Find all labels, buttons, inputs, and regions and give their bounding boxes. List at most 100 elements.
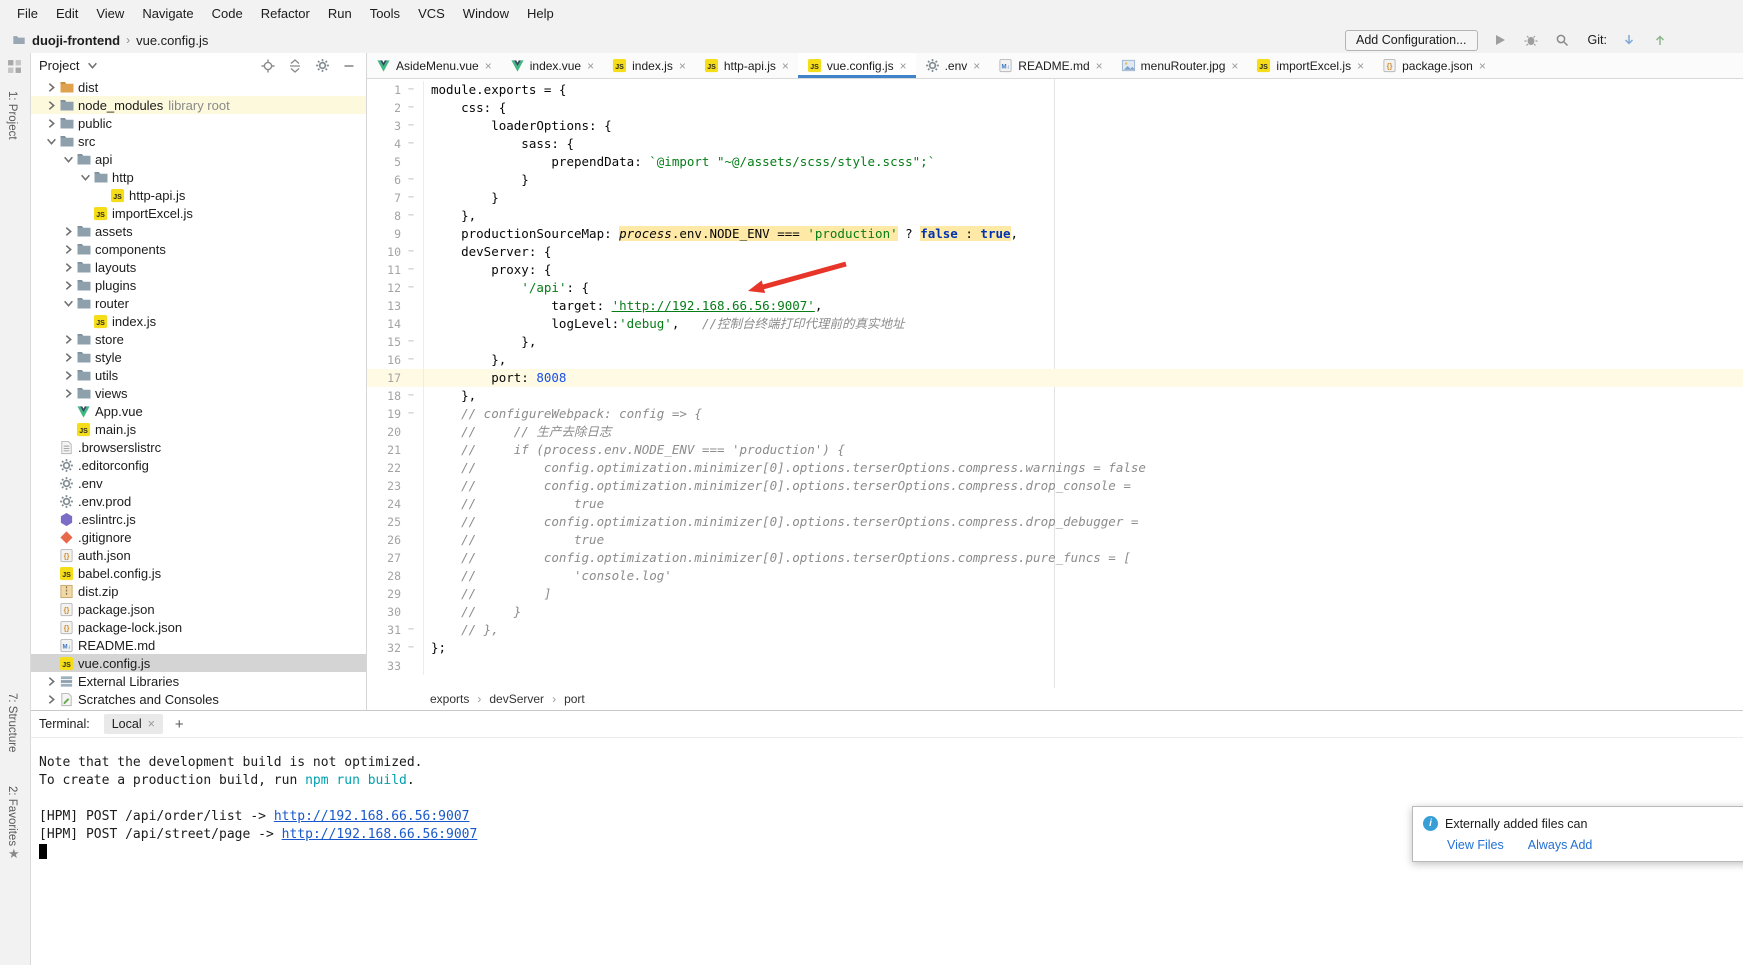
tree-item-vue.config.js[interactable]: JSvue.config.js bbox=[31, 654, 366, 672]
editor-gutter[interactable]: 7− bbox=[367, 189, 424, 207]
chevron-down-icon[interactable] bbox=[60, 295, 76, 311]
editor-tab-menuRouter.jpg[interactable]: menuRouter.jpg× bbox=[1112, 53, 1248, 78]
menu-tools[interactable]: Tools bbox=[361, 2, 409, 25]
tree-item-auth.json[interactable]: {}auth.json bbox=[31, 546, 366, 564]
tree-item-store[interactable]: store bbox=[31, 330, 366, 348]
close-icon[interactable]: × bbox=[782, 59, 789, 73]
close-icon[interactable]: × bbox=[485, 59, 492, 73]
favorites-star-icon[interactable]: ★ bbox=[8, 846, 20, 862]
editor-gutter[interactable]: 16− bbox=[367, 351, 424, 369]
tree-item-http-api.js[interactable]: JShttp-api.js bbox=[31, 186, 366, 204]
chevron-right-icon[interactable] bbox=[60, 367, 76, 383]
close-icon[interactable]: × bbox=[1231, 59, 1238, 73]
project-view-selector[interactable]: Project bbox=[39, 58, 79, 73]
tree-item-src[interactable]: src bbox=[31, 132, 366, 150]
editor-gutter[interactable]: 17 bbox=[367, 369, 424, 387]
editor-gutter[interactable]: 15− bbox=[367, 333, 424, 351]
editor-gutter[interactable]: 28 bbox=[367, 567, 424, 585]
editor-gutter[interactable]: 4− bbox=[367, 135, 424, 153]
tree-item-node_modules[interactable]: node_moduleslibrary root bbox=[31, 96, 366, 114]
tree-item-.env[interactable]: .env bbox=[31, 474, 366, 492]
editor-gutter[interactable]: 21 bbox=[367, 441, 424, 459]
breadcrumb-project[interactable]: duoji-frontend bbox=[32, 33, 120, 48]
collapse-all-icon[interactable] bbox=[286, 57, 304, 75]
close-icon[interactable]: × bbox=[1357, 59, 1364, 73]
tree-item-router[interactable]: router bbox=[31, 294, 366, 312]
editor-gutter[interactable]: 14 bbox=[367, 315, 424, 333]
menu-navigate[interactable]: Navigate bbox=[133, 2, 202, 25]
tree-item-.browserslistrc[interactable]: .browserslistrc bbox=[31, 438, 366, 456]
run-icon[interactable] bbox=[1491, 31, 1509, 49]
close-icon[interactable]: × bbox=[587, 59, 594, 73]
editor-gutter[interactable]: 20 bbox=[367, 423, 424, 441]
terminal-tab-local[interactable]: Local × bbox=[104, 714, 163, 734]
breadcrumb-file[interactable]: vue.config.js bbox=[136, 33, 208, 48]
terminal-link[interactable]: http://192.168.66.56:9007 bbox=[274, 809, 470, 824]
tree-item-layouts[interactable]: layouts bbox=[31, 258, 366, 276]
tree-item-.gitignore[interactable]: .gitignore bbox=[31, 528, 366, 546]
tree-item-components[interactable]: components bbox=[31, 240, 366, 258]
editor-tab-index.js[interactable]: JSindex.js× bbox=[603, 53, 695, 78]
terminal-link[interactable]: http://192.168.66.56:9007 bbox=[282, 827, 478, 842]
chevron-right-icon[interactable] bbox=[43, 115, 59, 131]
chevron-right-icon[interactable] bbox=[43, 673, 59, 689]
menu-file[interactable]: File bbox=[8, 2, 47, 25]
tree-item-importExcel.js[interactable]: JSimportExcel.js bbox=[31, 204, 366, 222]
chevron-right-icon[interactable] bbox=[60, 259, 76, 275]
tree-item-views[interactable]: views bbox=[31, 384, 366, 402]
git-push-icon[interactable] bbox=[1651, 31, 1669, 49]
close-icon[interactable]: × bbox=[1096, 59, 1103, 73]
tree-item-index.js[interactable]: JSindex.js bbox=[31, 312, 366, 330]
tree-item-plugins[interactable]: plugins bbox=[31, 276, 366, 294]
chevron-right-icon[interactable] bbox=[43, 97, 59, 113]
tree-item-babel.config.js[interactable]: JSbabel.config.js bbox=[31, 564, 366, 582]
editor-gutter[interactable]: 9 bbox=[367, 225, 424, 243]
settings-gear-icon[interactable] bbox=[313, 57, 331, 75]
chevron-right-icon[interactable] bbox=[60, 349, 76, 365]
chevron-down-icon[interactable] bbox=[60, 151, 76, 167]
editor-gutter[interactable]: 3− bbox=[367, 117, 424, 135]
editor-gutter[interactable]: 2− bbox=[367, 99, 424, 117]
editor-gutter[interactable]: 27 bbox=[367, 549, 424, 567]
tree-item-App.vue[interactable]: App.vue bbox=[31, 402, 366, 420]
tree-item-Scratches and Consoles[interactable]: Scratches and Consoles bbox=[31, 690, 366, 708]
editor-tab-http-api.js[interactable]: JShttp-api.js× bbox=[695, 53, 798, 78]
menu-refactor[interactable]: Refactor bbox=[252, 2, 319, 25]
breadcrumb-exports[interactable]: exports bbox=[430, 692, 469, 706]
tree-item-.env.prod[interactable]: .env.prod bbox=[31, 492, 366, 510]
tree-item-api[interactable]: api bbox=[31, 150, 366, 168]
menu-code[interactable]: Code bbox=[203, 2, 252, 25]
add-configuration-button[interactable]: Add Configuration... bbox=[1345, 30, 1478, 51]
editor-tab-AsideMenu.vue[interactable]: AsideMenu.vue× bbox=[367, 53, 501, 78]
hide-panel-icon[interactable] bbox=[340, 57, 358, 75]
chevron-down-icon[interactable] bbox=[43, 133, 59, 149]
tree-item-.editorconfig[interactable]: .editorconfig bbox=[31, 456, 366, 474]
menu-run[interactable]: Run bbox=[319, 2, 361, 25]
editor-gutter[interactable]: 11− bbox=[367, 261, 424, 279]
code-link[interactable]: 'http://192.168.66.56:9007' bbox=[612, 298, 815, 313]
editor-gutter[interactable]: 25 bbox=[367, 513, 424, 531]
view-files-link[interactable]: View Files bbox=[1447, 838, 1504, 852]
tree-item-utils[interactable]: utils bbox=[31, 366, 366, 384]
editor-gutter[interactable]: 30 bbox=[367, 603, 424, 621]
search-everywhere-icon[interactable] bbox=[1553, 31, 1571, 49]
editor-gutter[interactable]: 8− bbox=[367, 207, 424, 225]
menu-vcs[interactable]: VCS bbox=[409, 2, 454, 25]
tree-item-.eslintrc.js[interactable]: .eslintrc.js bbox=[31, 510, 366, 528]
always-add-link[interactable]: Always Add bbox=[1528, 838, 1593, 852]
editor-tab-index.vue[interactable]: index.vue× bbox=[501, 53, 603, 78]
menu-edit[interactable]: Edit bbox=[47, 2, 87, 25]
breadcrumb-port[interactable]: port bbox=[564, 692, 585, 706]
editor-tab-package.json[interactable]: {}package.json× bbox=[1373, 53, 1495, 78]
tree-item-External Libraries[interactable]: External Libraries bbox=[31, 672, 366, 690]
chevron-down-icon[interactable] bbox=[77, 169, 93, 185]
editor-gutter[interactable]: 19− bbox=[367, 405, 424, 423]
chevron-right-icon[interactable] bbox=[60, 385, 76, 401]
chevron-right-icon[interactable] bbox=[43, 691, 59, 707]
editor-tab-importExcel.js[interactable]: JSimportExcel.js× bbox=[1247, 53, 1373, 78]
editor-tab-README.md[interactable]: M↓README.md× bbox=[989, 53, 1111, 78]
tree-item-dist[interactable]: dist bbox=[31, 78, 366, 96]
code-editor[interactable]: 1−module.exports = {2− css: {3− loaderOp… bbox=[367, 79, 1743, 688]
editor-gutter[interactable]: 1− bbox=[367, 81, 424, 99]
editor-gutter[interactable]: 26 bbox=[367, 531, 424, 549]
